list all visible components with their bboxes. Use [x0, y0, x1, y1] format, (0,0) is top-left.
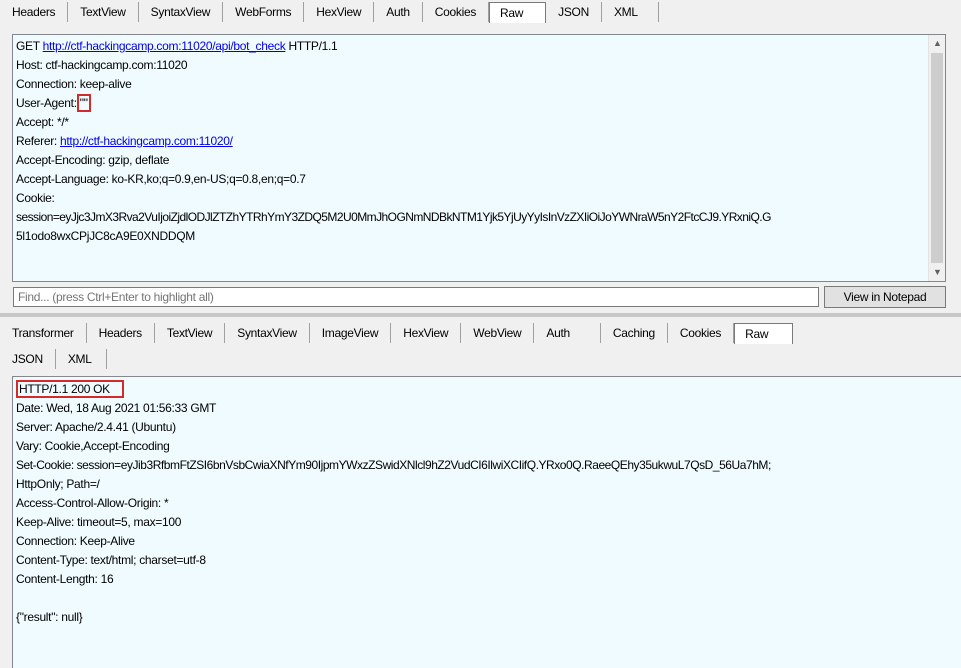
header-host: Host: ctf-hackingcamp.com:11020 — [16, 58, 188, 72]
tab-raw[interactable]: Raw — [734, 323, 794, 344]
request-tabbar: Headers TextView SyntaxView WebForms Hex… — [0, 0, 961, 23]
header-server: Server: Apache/2.4.41 (Ubuntu) — [16, 420, 176, 434]
status-line-highlight: HTTP/1.1 200 OK — [16, 380, 124, 398]
header-accept-encoding: Accept-Encoding: gzip, deflate — [16, 153, 170, 167]
request-line: GET http://ctf-hackingcamp.com:11020/api… — [13, 37, 945, 56]
header-accept-language: Accept-Language: ko-KR,ko;q=0.9,en-US;q=… — [16, 172, 306, 186]
tab-imageview[interactable]: ImageView — [310, 323, 392, 343]
tab-xml[interactable]: XML — [602, 2, 659, 22]
tab-hexview[interactable]: HexView — [304, 2, 375, 22]
request-raw-pane[interactable]: GET http://ctf-hackingcamp.com:11020/api… — [12, 34, 946, 282]
tab-headers[interactable]: Headers — [87, 323, 155, 343]
header-content-length: Content-Length: 16 — [16, 572, 114, 586]
tab-cookies[interactable]: Cookies — [668, 323, 735, 343]
tab-webview[interactable]: WebView — [461, 323, 535, 343]
request-method: GET — [16, 39, 40, 53]
request-scroll-thumb[interactable] — [931, 53, 943, 263]
user-agent-key: User-Agent: — [16, 96, 77, 110]
find-bar: View in Notepad — [0, 285, 961, 309]
tab-textview[interactable]: TextView — [155, 323, 226, 343]
response-raw-pane[interactable]: HTTP/1.1 200 OK Date: Wed, 18 Aug 2021 0… — [12, 376, 961, 668]
tab-cookies[interactable]: Cookies — [423, 2, 490, 22]
response-tabs-row2: JSON XML — [0, 347, 961, 369]
tab-headers[interactable]: Headers — [4, 2, 69, 22]
header-content-type: Content-Type: text/html; charset=utf-8 — [16, 553, 206, 567]
header-set-cookie: Set-Cookie: session=eyJib3RfbmFtZSI6bnVs… — [16, 458, 771, 472]
tab-textview[interactable]: TextView — [68, 2, 139, 22]
request-protocol: HTTP/1.1 — [288, 39, 338, 53]
response-body: {"result": null} — [16, 610, 83, 624]
scroll-up-arrow-icon[interactable]: ▲ — [929, 35, 945, 52]
view-in-notepad-button[interactable]: View in Notepad — [824, 286, 946, 308]
tab-syntaxview[interactable]: SyntaxView — [225, 323, 310, 343]
request-url-link[interactable]: http://ctf-hackingcamp.com:11020/api/bot… — [43, 39, 286, 53]
header-access-control-allow-origin: Access-Control-Allow-Origin: * — [16, 496, 169, 510]
pane-splitter[interactable] — [0, 313, 961, 317]
header-user-agent: User-Agent: "" — [13, 94, 945, 113]
header-vary: Vary: Cookie,Accept-Encoding — [16, 439, 170, 453]
header-set-cookie-flags: HttpOnly; Path=/ — [16, 477, 100, 491]
request-scrollbar[interactable]: ▲ ▼ — [928, 35, 945, 281]
tab-caching[interactable]: Caching — [601, 323, 668, 343]
tab-json[interactable]: JSON — [546, 2, 602, 22]
tab-transformer[interactable]: Transformer — [4, 323, 87, 343]
tab-auth[interactable]: Auth — [374, 2, 423, 22]
header-accept: Accept: */* — [16, 115, 69, 129]
response-status-line: HTTP/1.1 200 OK — [13, 380, 961, 399]
user-agent-value-highlight: "" — [76, 94, 91, 112]
tab-syntaxview[interactable]: SyntaxView — [139, 2, 224, 22]
response-tabs-row1: Transformer Headers TextView SyntaxView … — [0, 321, 961, 344]
header-connection: Connection: keep-alive — [16, 77, 132, 91]
header-cookie: Cookie: — [16, 191, 55, 205]
cookie-session-line-2: 5l1odo8wxCPjJC8cA9E0XNDDQM — [16, 229, 195, 243]
cookie-session-line-1: session=eyJjc3JmX3Rva2VuIjoiZjdlODJlZTZh… — [16, 210, 771, 224]
response-tabbar-row1: Transformer Headers TextView SyntaxView … — [0, 321, 961, 344]
find-input[interactable] — [13, 287, 819, 307]
tab-json[interactable]: JSON — [4, 349, 56, 369]
scroll-down-arrow-icon[interactable]: ▼ — [929, 264, 945, 281]
tab-hexview[interactable]: HexView — [391, 323, 462, 343]
request-tabs: Headers TextView SyntaxView WebForms Hex… — [0, 0, 961, 23]
referer-key: Referer: — [16, 134, 57, 148]
header-connection: Connection: Keep-Alive — [16, 534, 135, 548]
response-tabbar-row2: JSON XML — [0, 347, 961, 369]
tab-auth[interactable]: Auth — [534, 323, 601, 343]
referer-url-link[interactable]: http://ctf-hackingcamp.com:11020/ — [60, 134, 233, 148]
tab-xml[interactable]: XML — [56, 349, 107, 369]
header-keep-alive: Keep-Alive: timeout=5, max=100 — [16, 515, 182, 529]
header-date: Date: Wed, 18 Aug 2021 01:56:33 GMT — [16, 401, 217, 415]
tab-webforms[interactable]: WebForms — [223, 2, 305, 22]
header-referer: Referer: http://ctf-hackingcamp.com:1102… — [13, 132, 945, 151]
tab-raw[interactable]: Raw — [489, 2, 547, 23]
